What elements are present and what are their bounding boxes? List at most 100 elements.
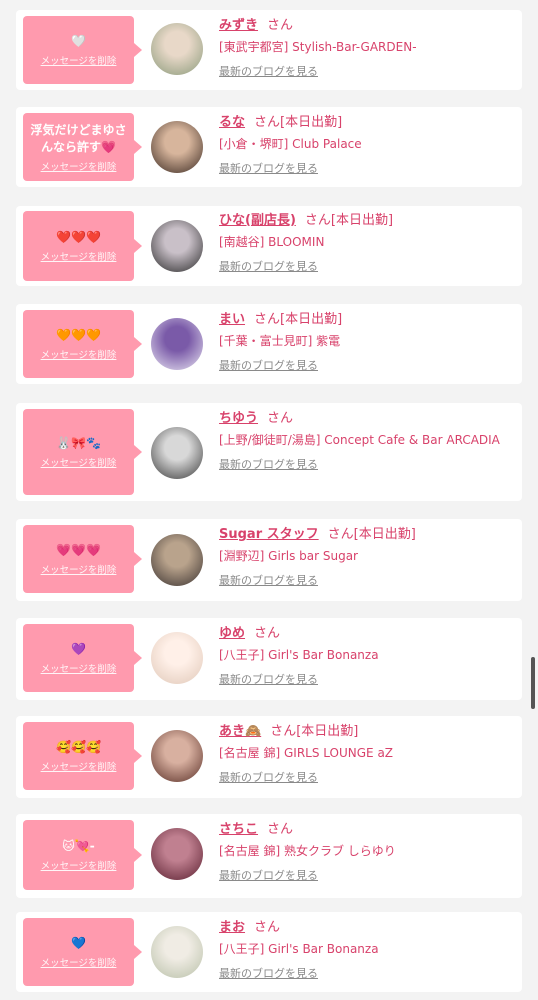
avatar[interactable] — [151, 121, 203, 173]
name-line: ひな(副店長) さん[本日出勤] — [219, 212, 512, 230]
cast-name-link[interactable]: ひな(副店長) — [219, 213, 296, 228]
shop-name[interactable]: [東武宇都宮] Stylish-Bar-GARDEN- — [219, 39, 512, 55]
cast-name-link[interactable]: るな — [219, 115, 245, 130]
list-item: 💙 メッセージを削除 まお さん [八王子] Girl's Bar Bonanza 最新の… — [16, 912, 522, 992]
latest-blog-link[interactable]: 最新のブログを見る — [219, 769, 318, 785]
avatar[interactable] — [151, 427, 203, 479]
latest-blog-link[interactable]: 最新のブログを見る — [219, 456, 318, 472]
list-item: 💜 メッセージを削除 ゆめ さん [八王子] Girl's Bar Bonanza 最新の… — [16, 618, 522, 700]
name-line: るな さん[本日出勤] — [219, 114, 512, 132]
shop-name[interactable]: [南越谷] BLOOMIN — [219, 234, 512, 250]
cast-info: さちこ さん [名古屋 錦] 熟女クラブ しらゆり 最新のブログを見る — [219, 821, 512, 883]
delete-message-link[interactable]: メッセージを削除 — [27, 159, 130, 173]
cast-name-link[interactable]: みずき — [219, 18, 258, 33]
status-badge: [本日出勤] — [280, 115, 343, 130]
latest-blog-link[interactable]: 最新のブログを見る — [219, 572, 318, 588]
status-badge: [本日出勤] — [296, 724, 359, 739]
name-line: さちこ さん — [219, 821, 512, 839]
shop-name[interactable]: [千葉・富士見町] 紫電 — [219, 333, 512, 349]
cast-info: Sugar スタッフ さん[本日出勤] [淵野辺] Girls bar Sugar 最… — [219, 526, 512, 588]
cast-name-link[interactable]: さちこ — [219, 822, 258, 837]
honorific: さん — [267, 822, 294, 837]
status-badge: [本日出勤] — [353, 527, 416, 542]
latest-blog-link[interactable]: 最新のブログを見る — [219, 160, 318, 176]
message-text: 💜 — [71, 642, 86, 656]
avatar[interactable] — [151, 828, 203, 880]
honorific: さん — [304, 213, 331, 228]
shop-name[interactable]: [淵野辺] Girls bar Sugar — [219, 548, 512, 564]
cast-name-link[interactable]: まお — [219, 920, 245, 935]
message-text: 🐱💘- — [62, 839, 95, 853]
message-bubble: 🤍 メッセージを削除 — [23, 16, 142, 84]
message-text: 🐰🎀🐾 — [56, 436, 101, 450]
list-item: 浮気だけどまゆさんなら許す💗 メッセージを削除 るな さん[本日出勤] [小倉・堺町] … — [16, 107, 522, 187]
message-bubble: 🧡🧡🧡 メッセージを削除 — [23, 310, 142, 378]
avatar[interactable] — [151, 318, 203, 370]
cast-name-link[interactable]: ちゆう — [219, 411, 258, 426]
favorites-list: 🤍 メッセージを削除 みずき さん [東武宇都宮] Stylish-Bar-GARDEN… — [0, 0, 538, 1000]
cast-name-link[interactable]: あき🙈 — [219, 724, 261, 739]
avatar[interactable] — [151, 220, 203, 272]
shop-name[interactable]: [名古屋 錦] GIRLS LOUNGE aZ — [219, 745, 512, 761]
list-item: 🐰🎀🐾 メッセージを削除 ちゆう さん [上野/御徒町/湯島] Concept Cafe… — [16, 403, 522, 501]
cast-info: まお さん [八王子] Girl's Bar Bonanza 最新のブログを見る — [219, 919, 512, 981]
cast-name-link[interactable]: Sugar スタッフ — [219, 527, 319, 542]
message-bubble: 💙 メッセージを削除 — [23, 918, 142, 986]
name-line: まい さん[本日出勤] — [219, 311, 512, 329]
cast-info: あき🙈 さん[本日出勤] [名古屋 錦] GIRLS LOUNGE aZ 最新のブログ… — [219, 723, 512, 785]
message-text: 💗💗💗 — [56, 543, 101, 557]
delete-message-link[interactable]: メッセージを削除 — [27, 249, 130, 263]
list-item: 💗💗💗 メッセージを削除 Sugar スタッフ さん[本日出勤] [淵野辺] Girls… — [16, 519, 522, 601]
honorific: さん — [254, 115, 281, 130]
shop-name[interactable]: [名古屋 錦] 熟女クラブ しらゆり — [219, 843, 512, 859]
cast-info: まい さん[本日出勤] [千葉・富士見町] 紫電 最新のブログを見る — [219, 311, 512, 373]
latest-blog-link[interactable]: 最新のブログを見る — [219, 671, 318, 687]
name-line: あき🙈 さん[本日出勤] — [219, 723, 512, 741]
list-item: 🤍 メッセージを削除 みずき さん [東武宇都宮] Stylish-Bar-GARDEN… — [16, 10, 522, 90]
list-item: 🥰🥰🥰 メッセージを削除 あき🙈 さん[本日出勤] [名古屋 錦] GIRLS LOUN… — [16, 716, 522, 798]
delete-message-link[interactable]: メッセージを削除 — [27, 562, 130, 576]
honorific: さん — [267, 18, 294, 33]
delete-message-link[interactable]: メッセージを削除 — [27, 955, 130, 969]
latest-blog-link[interactable]: 最新のブログを見る — [219, 63, 318, 79]
honorific: さん — [327, 527, 354, 542]
name-line: ゆめ さん — [219, 625, 512, 643]
cast-info: ゆめ さん [八王子] Girl's Bar Bonanza 最新のブログを見る — [219, 625, 512, 687]
cast-info: ちゆう さん [上野/御徒町/湯島] Concept Cafe & Bar ARCA… — [219, 410, 512, 472]
delete-message-link[interactable]: メッセージを削除 — [27, 661, 130, 675]
message-bubble: 浮気だけどまゆさんなら許す💗 メッセージを削除 — [23, 113, 142, 181]
delete-message-link[interactable]: メッセージを削除 — [27, 347, 130, 361]
delete-message-link[interactable]: メッセージを削除 — [27, 858, 130, 872]
avatar[interactable] — [151, 730, 203, 782]
avatar[interactable] — [151, 926, 203, 978]
avatar[interactable] — [151, 23, 203, 75]
scrollbar[interactable] — [531, 657, 535, 709]
avatar[interactable] — [151, 632, 203, 684]
shop-name[interactable]: [八王子] Girl's Bar Bonanza — [219, 941, 512, 957]
cast-info: みずき さん [東武宇都宮] Stylish-Bar-GARDEN- 最新のブログを見… — [219, 17, 512, 79]
cast-name-link[interactable]: まい — [219, 312, 245, 327]
list-item: ❤️❤️❤️ メッセージを削除 ひな(副店長) さん[本日出勤] [南越谷] BLOOM… — [16, 206, 522, 286]
honorific: さん — [254, 312, 281, 327]
delete-message-link[interactable]: メッセージを削除 — [27, 759, 130, 773]
message-text: 🧡🧡🧡 — [56, 328, 101, 342]
status-badge: [本日出勤] — [280, 312, 343, 327]
message-bubble: 🐰🎀🐾 メッセージを削除 — [23, 409, 142, 495]
shop-name[interactable]: [八王子] Girl's Bar Bonanza — [219, 647, 512, 663]
message-text: 浮気だけどまゆさんなら許す💗 — [30, 122, 127, 154]
avatar[interactable] — [151, 534, 203, 586]
status-badge: [本日出勤] — [330, 213, 394, 228]
latest-blog-link[interactable]: 最新のブログを見る — [219, 867, 318, 883]
shop-name[interactable]: [上野/御徒町/湯島] Concept Cafe & Bar ARCADIA — [219, 432, 512, 448]
cast-name-link[interactable]: ゆめ — [219, 626, 245, 641]
honorific: さん — [267, 411, 294, 426]
name-line: Sugar スタッフ さん[本日出勤] — [219, 526, 512, 544]
delete-message-link[interactable]: メッセージを削除 — [27, 53, 130, 67]
message-bubble: 🐱💘- メッセージを削除 — [23, 820, 142, 890]
latest-blog-link[interactable]: 最新のブログを見る — [219, 357, 318, 373]
latest-blog-link[interactable]: 最新のブログを見る — [219, 965, 318, 981]
delete-message-link[interactable]: メッセージを削除 — [27, 455, 130, 469]
latest-blog-link[interactable]: 最新のブログを見る — [219, 258, 318, 274]
shop-name[interactable]: [小倉・堺町] Club Palace — [219, 136, 512, 152]
honorific: さん — [270, 724, 297, 739]
